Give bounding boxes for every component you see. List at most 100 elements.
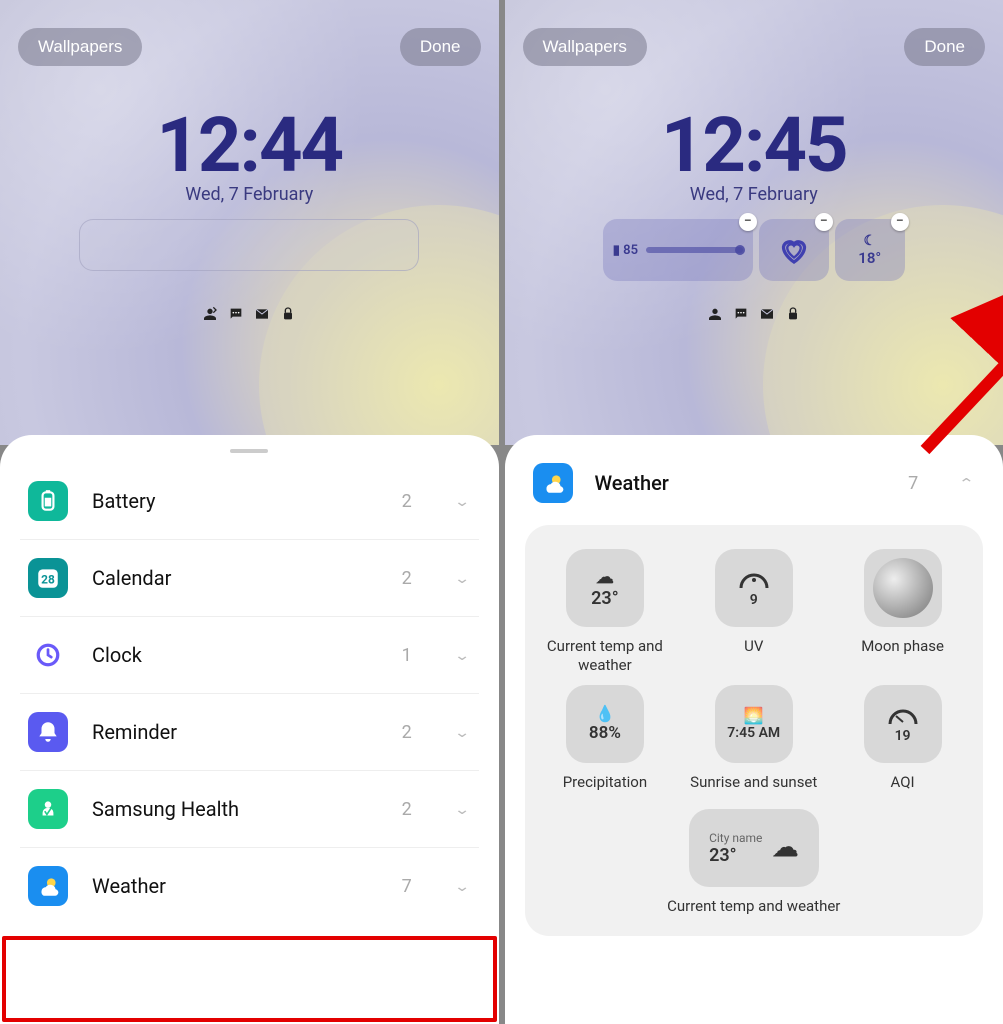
widget-label: AQI <box>832 773 973 792</box>
drag-handle[interactable] <box>230 449 268 453</box>
remove-icon[interactable]: − <box>891 213 909 231</box>
section-title: Weather <box>595 471 887 495</box>
cloud-icon: ☁ <box>772 833 798 863</box>
reminder-icon <box>28 712 68 752</box>
moon-icon: ☾ <box>863 233 876 249</box>
svg-text:28: 28 <box>41 572 55 586</box>
empty-widget-slot[interactable] <box>79 219 419 271</box>
moon-icon <box>873 558 933 618</box>
category-label: Battery <box>92 489 378 513</box>
widget-value: 23° <box>591 588 619 609</box>
battery-value: 85 <box>623 243 638 258</box>
remove-icon[interactable]: − <box>815 213 833 231</box>
battery-icon <box>28 481 68 521</box>
lock-icon <box>785 306 801 322</box>
mail-icon <box>759 306 775 322</box>
widget-label: Sunrise and sunset <box>683 773 824 792</box>
category-battery[interactable]: Battery 2 ⌄ <box>20 463 479 540</box>
widget-city-temp[interactable]: City name 23° ☁ Current temp and weather <box>667 809 840 916</box>
category-label: Calendar <box>92 566 378 590</box>
chevron-down-icon: ⌄ <box>454 878 471 895</box>
weather-widgets-sheet[interactable]: Weather 7 ⌄ ☁ 23° Current temp and weath… <box>505 435 1003 1024</box>
chevron-down-icon: ⌄ <box>454 570 471 587</box>
widget-label: Current temp and weather <box>667 897 840 916</box>
category-label: Samsung Health <box>92 797 378 821</box>
widget-category-sheet[interactable]: Battery 2 ⌄ 28 Calendar 2 ⌄ Clock 1 ⌄ Re… <box>0 435 499 1024</box>
widget-label: Current temp and weather <box>535 637 676 675</box>
notification-icons <box>0 306 499 322</box>
temperature-value: 18° <box>858 249 881 267</box>
sunrise-icon: 🌅 <box>744 706 764 725</box>
remove-icon[interactable]: − <box>739 213 757 231</box>
clock-icon <box>28 635 68 675</box>
lockscreen-preview: Wallpapers Done 12:44 Wed, 7 February <box>0 0 499 445</box>
chevron-down-icon: ⌄ <box>454 647 471 664</box>
missed-call-icon <box>707 306 723 322</box>
clock-time[interactable]: 12:44 <box>0 100 499 190</box>
widget-value: 19 <box>895 728 911 744</box>
lock-icon <box>280 306 296 322</box>
category-count: 7 <box>402 876 412 897</box>
weather-widget-grid: ☁ 23° Current temp and weather 9 UV <box>525 525 984 936</box>
section-count: 7 <box>908 473 918 494</box>
clock-date: Wed, 7 February <box>0 184 499 205</box>
category-clock[interactable]: Clock 1 ⌄ <box>20 617 479 694</box>
temperature-widget[interactable]: − ☾ 18° <box>835 219 905 281</box>
cloud-icon: ☁ <box>596 567 614 588</box>
widget-precipitation[interactable]: 💧 88% Precipitation <box>535 685 676 792</box>
chevron-down-icon: ⌄ <box>454 493 471 510</box>
widget-label: UV <box>683 637 824 656</box>
category-label: Reminder <box>92 720 378 744</box>
category-count: 2 <box>402 491 412 512</box>
widget-moon-phase[interactable]: Moon phase <box>832 549 973 675</box>
weather-icon <box>533 463 573 503</box>
category-reminder[interactable]: Reminder 2 ⌄ <box>20 694 479 771</box>
messages-icon <box>733 306 749 322</box>
left-phone: Wallpapers Done 12:44 Wed, 7 February Ba… <box>0 0 499 1024</box>
heart-icon <box>776 232 812 268</box>
annotation-highlight <box>2 936 497 1022</box>
gauge-icon <box>737 568 771 592</box>
widget-aqi[interactable]: 19 AQI <box>832 685 973 792</box>
clock-time[interactable]: 12:45 <box>505 100 1003 190</box>
battery-widget[interactable]: − ▮ 85 <box>603 219 753 281</box>
category-weather[interactable]: Weather 7 ⌄ <box>20 848 479 924</box>
heart-widget[interactable]: − <box>759 219 829 281</box>
chevron-down-icon: ⌄ <box>454 801 471 818</box>
widget-value: 23° <box>709 845 762 866</box>
chevron-down-icon: ⌄ <box>454 724 471 741</box>
category-count: 2 <box>402 722 412 743</box>
widget-row[interactable]: − ▮ 85 − − ☾ 18° <box>584 219 924 281</box>
widget-value: 88% <box>589 723 621 743</box>
right-phone: Wallpapers Done 12:45 Wed, 7 February − … <box>505 0 1003 1024</box>
lockscreen-preview: Wallpapers Done 12:45 Wed, 7 February − … <box>505 0 1003 445</box>
weather-section-header[interactable]: Weather 7 ⌄ <box>525 445 984 525</box>
wallpapers-button[interactable]: Wallpapers <box>523 28 647 66</box>
widget-uv[interactable]: 9 UV <box>683 549 824 675</box>
weather-icon <box>28 866 68 906</box>
category-count: 2 <box>402 568 412 589</box>
chevron-up-icon: ⌄ <box>958 475 975 492</box>
done-button[interactable]: Done <box>400 28 481 66</box>
category-calendar[interactable]: 28 Calendar 2 ⌄ <box>20 540 479 617</box>
done-button[interactable]: Done <box>904 28 985 66</box>
health-icon <box>28 789 68 829</box>
mail-icon <box>254 306 270 322</box>
calendar-icon: 28 <box>28 558 68 598</box>
category-samsung-health[interactable]: Samsung Health 2 ⌄ <box>20 771 479 848</box>
widget-current-temp[interactable]: ☁ 23° Current temp and weather <box>535 549 676 675</box>
gauge-icon <box>886 704 920 728</box>
clock-date: Wed, 7 February <box>505 184 1003 205</box>
widget-label: Precipitation <box>535 773 676 792</box>
wallpapers-button[interactable]: Wallpapers <box>18 28 142 66</box>
widget-subtitle: City name <box>709 831 762 845</box>
widget-sunrise-sunset[interactable]: 🌅 7:45 AM Sunrise and sunset <box>683 685 824 792</box>
messages-icon <box>228 306 244 322</box>
category-label: Clock <box>92 643 378 667</box>
widget-label: Moon phase <box>832 637 973 656</box>
notification-icons <box>505 306 1003 322</box>
widget-value: 7:45 AM <box>727 725 780 741</box>
widget-value: 9 <box>750 592 758 608</box>
missed-call-icon <box>202 306 218 322</box>
category-count: 1 <box>402 645 412 666</box>
